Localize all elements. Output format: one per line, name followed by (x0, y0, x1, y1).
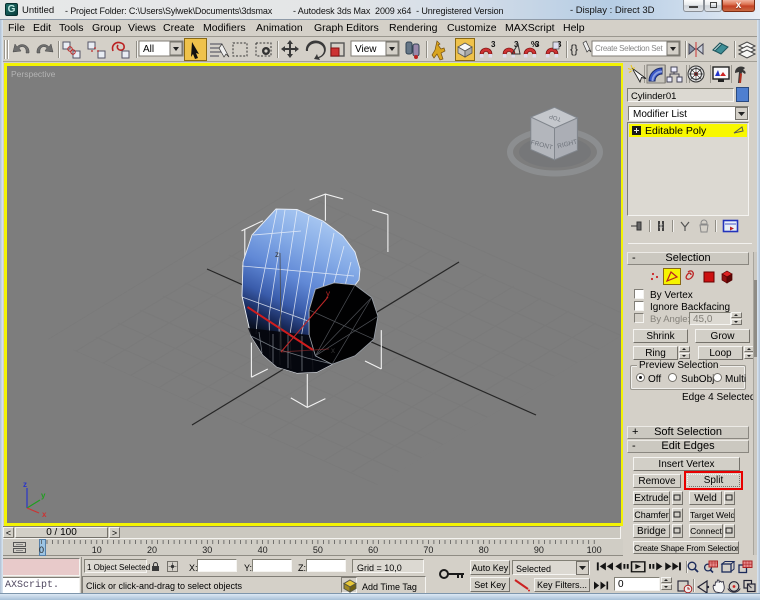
svg-text:z: z (275, 250, 279, 259)
svg-text:y: y (41, 491, 46, 500)
svg-text:20: 20 (147, 545, 157, 555)
svg-text:View: View (355, 44, 377, 55)
svg-text:z: z (23, 480, 27, 489)
svg-text:y: y (326, 289, 330, 298)
svg-text:0: 0 (39, 545, 44, 555)
svg-text:80: 80 (479, 545, 489, 555)
svg-text:30: 30 (202, 545, 212, 555)
svg-text:3: 3 (491, 40, 496, 49)
svg-text:100: 100 (587, 545, 602, 555)
svg-text:70: 70 (423, 545, 433, 555)
svg-text:x: x (42, 510, 47, 519)
svg-text:{}: {} (570, 42, 578, 56)
svg-text:x: x (331, 346, 335, 355)
svg-text:40: 40 (258, 545, 268, 555)
svg-text:All: All (143, 44, 154, 55)
svg-text:%: % (531, 40, 538, 49)
svg-text:60: 60 (368, 545, 378, 555)
svg-text:50: 50 (313, 545, 323, 555)
svg-text:10: 10 (92, 545, 102, 555)
svg-text:90: 90 (534, 545, 544, 555)
svg-text:Create Selection Set: Create Selection Set (595, 44, 663, 53)
